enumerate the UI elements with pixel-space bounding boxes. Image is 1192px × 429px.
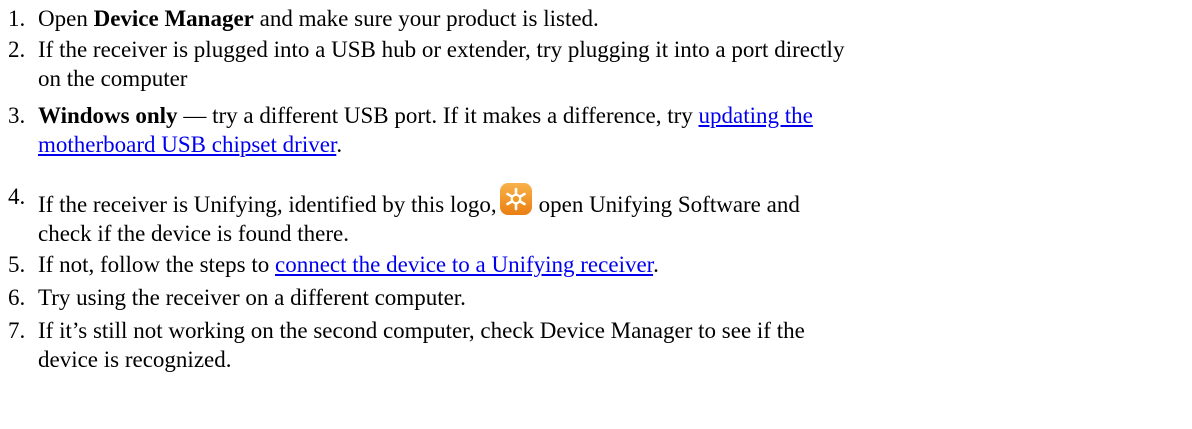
step-number: 3.	[8, 103, 26, 128]
step-text: If not, follow the steps to connect the …	[38, 250, 1178, 279]
step-text: If the receiver is Unifying, identified …	[38, 182, 1178, 248]
step-number: 2.	[8, 37, 26, 62]
step-number: 5.	[8, 252, 26, 277]
step-text: Windows only — try a different USB port.…	[38, 101, 1178, 159]
step-number: 1.	[8, 6, 26, 31]
device-manager-bold: Device Manager	[93, 6, 254, 31]
step-text-post: .	[336, 132, 343, 157]
step-text-post: and make sure your product is listed.	[253, 6, 599, 31]
step-number: 4.	[8, 184, 26, 209]
step-text: Open Device Manager and make sure your p…	[38, 4, 1178, 33]
connect-unifying-receiver-link[interactable]: connect the device to a Unifying receive…	[275, 252, 653, 277]
step-number: 6.	[8, 285, 26, 310]
step-text-pre: If the receiver is Unifying, identified …	[38, 192, 497, 217]
step-text-pre: Open	[38, 6, 94, 31]
step-text-line2: device is recognized.	[38, 347, 232, 372]
step-text-line1: If the receiver is plugged into a USB hu…	[38, 37, 845, 62]
step-text-line1: If it’s still not working on the second …	[38, 318, 805, 343]
step-text-pre: If not, follow the steps to	[38, 252, 275, 277]
step-text-post: .	[653, 252, 659, 277]
step-text: If it’s still not working on the second …	[38, 316, 1178, 374]
step-text: If the receiver is plugged into a USB hu…	[38, 35, 1178, 93]
unifying-logo-icon	[499, 182, 533, 216]
step-text-line2: check if the device is found there.	[38, 221, 350, 246]
step-text-line2: on the computer	[38, 66, 188, 91]
step-text-post: open Unifying Software and	[538, 192, 800, 217]
windows-only-bold: Windows only	[38, 103, 178, 128]
step-text: Try using the receiver on a different co…	[38, 285, 466, 310]
step-text-mid: — try a different USB port. If it makes …	[177, 103, 699, 128]
update-chipset-driver-link-line1[interactable]: updating the	[699, 103, 813, 128]
step-number: 7.	[8, 318, 26, 343]
update-chipset-driver-link-line2[interactable]: motherboard USB chipset driver	[38, 132, 336, 157]
